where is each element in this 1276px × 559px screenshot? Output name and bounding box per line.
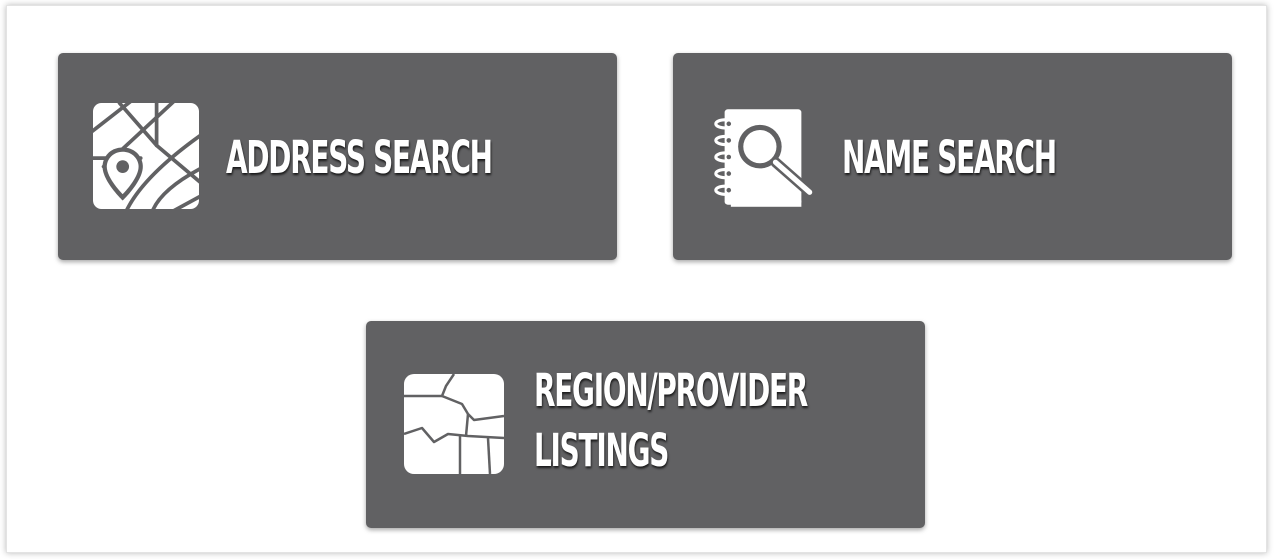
notebook-search-icon	[714, 109, 815, 207]
name-search-label: NAME SEARCH	[842, 131, 1057, 184]
region-provider-label-line1: REGION/PROVIDER	[534, 364, 808, 417]
address-search-button[interactable]: ADDRESS SEARCH	[58, 53, 617, 260]
address-search-label: ADDRESS SEARCH	[226, 131, 493, 184]
region-provider-label-line2: LISTINGS	[534, 424, 669, 477]
region-provider-listings-label: REGION/PROVIDER LISTINGS	[534, 361, 906, 481]
map-pin-icon	[93, 103, 199, 209]
region-provider-listings-button[interactable]: REGION/PROVIDER LISTINGS	[366, 321, 925, 528]
region-map-icon	[404, 373, 504, 475]
search-options-panel: ADDRESS SEARCH NAME SEARCH REGION/PROVID…	[6, 5, 1267, 553]
name-search-button[interactable]: NAME SEARCH	[673, 53, 1232, 260]
